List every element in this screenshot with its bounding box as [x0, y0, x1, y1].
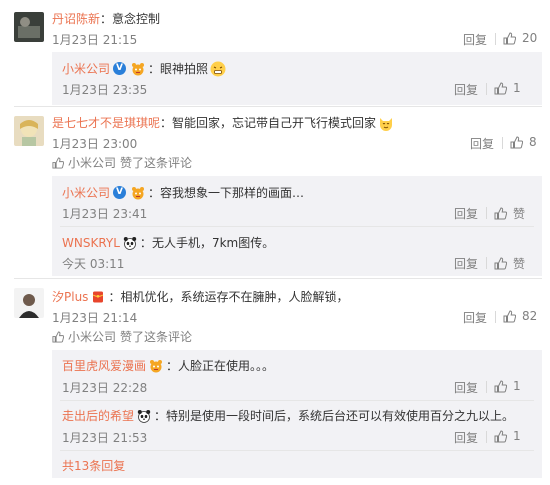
- like-button[interactable]: 赞: [494, 255, 525, 272]
- reply-text: 眼神拍照: [160, 62, 209, 76]
- thumb-up-icon: [494, 429, 507, 442]
- reply-line: 百里虎风爱漫画 ： 人脸正在使用。。。: [62, 357, 275, 374]
- thumb-up-icon: [503, 31, 516, 44]
- divider: [486, 257, 487, 269]
- avatar[interactable]: [14, 12, 44, 42]
- reply-username[interactable]: 小米公司: [62, 60, 110, 77]
- vip-badge-icon: [150, 359, 163, 372]
- verified-v-icon: V: [113, 62, 127, 75]
- reply-text: 特别是使用一段时间后，系统后台还可以有效使用百分之九以上。: [166, 409, 515, 423]
- liked-suffix: 赞了这条评论: [120, 330, 193, 344]
- comment-username[interactable]: 是七七才不是琪琪呢: [52, 114, 160, 131]
- divider: [486, 431, 487, 443]
- like-count: 82: [522, 309, 538, 323]
- cat-emoji-icon: [380, 117, 393, 131]
- view-more-replies-link[interactable]: 共13条回复: [62, 457, 125, 474]
- reply-button[interactable]: 回复: [454, 379, 478, 396]
- verified-v-icon: V: [113, 186, 127, 199]
- like-count: 1: [513, 429, 521, 443]
- reply-time: 1月23日 21:53: [62, 431, 148, 445]
- comment-username[interactable]: 汐Plus: [52, 288, 88, 305]
- comment-line: 丹诏陈新 ： 意念控制: [52, 10, 161, 27]
- divider: [486, 381, 487, 393]
- reply-text: 无人手机，7km图传。: [151, 236, 275, 250]
- comment-line: 是七七才不是琪琪呢 ： 智能回家，忘记带自己开飞行模式回家: [52, 114, 394, 131]
- thumb-up-icon: [510, 135, 523, 148]
- divider: [60, 226, 534, 227]
- divider: [486, 207, 487, 219]
- thumb-up-icon: [52, 330, 64, 343]
- reply-time: 今天 03:11: [62, 257, 125, 271]
- like-count: 1: [513, 81, 521, 95]
- reply-username[interactable]: 小米公司: [62, 184, 110, 201]
- like-button[interactable]: 赞: [494, 205, 525, 222]
- comment-time: 1月23日 21:14: [52, 311, 138, 325]
- like-button[interactable]: 1: [494, 81, 521, 95]
- reply-button[interactable]: 回复: [463, 309, 487, 326]
- divider: [486, 83, 487, 95]
- reply-line: 小米公司 V ： 容我想象一下那样的画面…: [62, 184, 305, 201]
- reply-button[interactable]: 回复: [470, 135, 494, 152]
- reply-username[interactable]: 百里虎风爱漫画: [62, 357, 146, 374]
- divider: [60, 400, 534, 401]
- reply-line: WNSKRYL ： 无人手机，7km图传。: [62, 235, 275, 251]
- like-count: 20: [522, 31, 538, 45]
- comment-text: 相机优化，系统运存不在臃肿，人脸解锁，: [120, 290, 349, 304]
- divider: [60, 450, 534, 451]
- vip-badge-icon: [132, 62, 145, 75]
- reply-button[interactable]: 回复: [463, 31, 487, 48]
- avatar[interactable]: [14, 288, 44, 318]
- comment-time: 1月23日 21:15: [52, 33, 138, 47]
- reply-text: 人脸正在使用。。。: [178, 359, 275, 373]
- reply-line: 走出后的希望 ： 特别是使用一段时间后，系统后台还可以有效使用百分之九以上。: [62, 407, 515, 424]
- reply-button[interactable]: 回复: [454, 429, 478, 446]
- like-button[interactable]: 82: [503, 309, 537, 323]
- reply-username[interactable]: WNSKRYL: [62, 236, 120, 250]
- liked-by-note: 小米公司 赞了这条评论: [52, 328, 192, 345]
- divider: [495, 311, 496, 323]
- reply-username[interactable]: 走出后的希望: [62, 407, 134, 424]
- panda-badge-icon: [123, 236, 137, 250]
- like-count: 1: [513, 379, 521, 393]
- reply-button[interactable]: 回复: [454, 255, 478, 272]
- divider: [502, 137, 503, 149]
- thumb-up-icon: [494, 81, 507, 94]
- panda-badge-icon: [137, 409, 151, 423]
- comment-text: 智能回家，忘记带自己开飞行模式回家: [172, 116, 377, 130]
- thumb-up-icon: [494, 379, 507, 392]
- divider: [14, 278, 542, 279]
- liked-by-user[interactable]: 小米公司: [68, 328, 116, 345]
- like-button[interactable]: 1: [494, 379, 521, 393]
- comment-text: 意念控制: [112, 12, 161, 26]
- like-button[interactable]: 8: [510, 135, 537, 149]
- reply-time: 1月23日 22:28: [62, 381, 148, 395]
- comment-username[interactable]: 丹诏陈新: [52, 10, 100, 27]
- thumb-up-icon: [494, 257, 507, 270]
- like-label: 赞: [513, 257, 526, 271]
- divider: [14, 106, 542, 107]
- reply-time: 1月23日 23:35: [62, 83, 148, 97]
- like-button[interactable]: 20: [503, 31, 537, 45]
- avatar[interactable]: [14, 116, 44, 146]
- thumb-up-icon: [52, 156, 64, 169]
- liked-by-user[interactable]: 小米公司: [68, 154, 116, 171]
- thumb-up-icon: [503, 309, 516, 322]
- reply-time: 1月23日 23:41: [62, 207, 148, 221]
- like-label: 赞: [513, 207, 526, 221]
- like-count: 8: [529, 135, 537, 149]
- red-packet-badge-icon: [93, 291, 104, 302]
- thumb-up-icon: [494, 207, 507, 220]
- vip-badge-icon: [132, 186, 145, 199]
- grimace-emoji-icon: [210, 61, 226, 76]
- reply-text: 容我想象一下那样的画面…: [160, 186, 305, 200]
- reply-button[interactable]: 回复: [454, 205, 478, 222]
- reply-button[interactable]: 回复: [454, 81, 478, 98]
- liked-by-note: 小米公司 赞了这条评论: [52, 154, 192, 171]
- like-button[interactable]: 1: [494, 429, 521, 443]
- comment-line: 汐Plus ： 相机优化，系统运存不在臃肿，人脸解锁，: [52, 288, 349, 305]
- comment-time: 1月23日 23:00: [52, 137, 138, 151]
- liked-suffix: 赞了这条评论: [120, 156, 193, 170]
- reply-line: 小米公司 V ： 眼神拍照: [62, 60, 226, 77]
- divider: [495, 33, 496, 45]
